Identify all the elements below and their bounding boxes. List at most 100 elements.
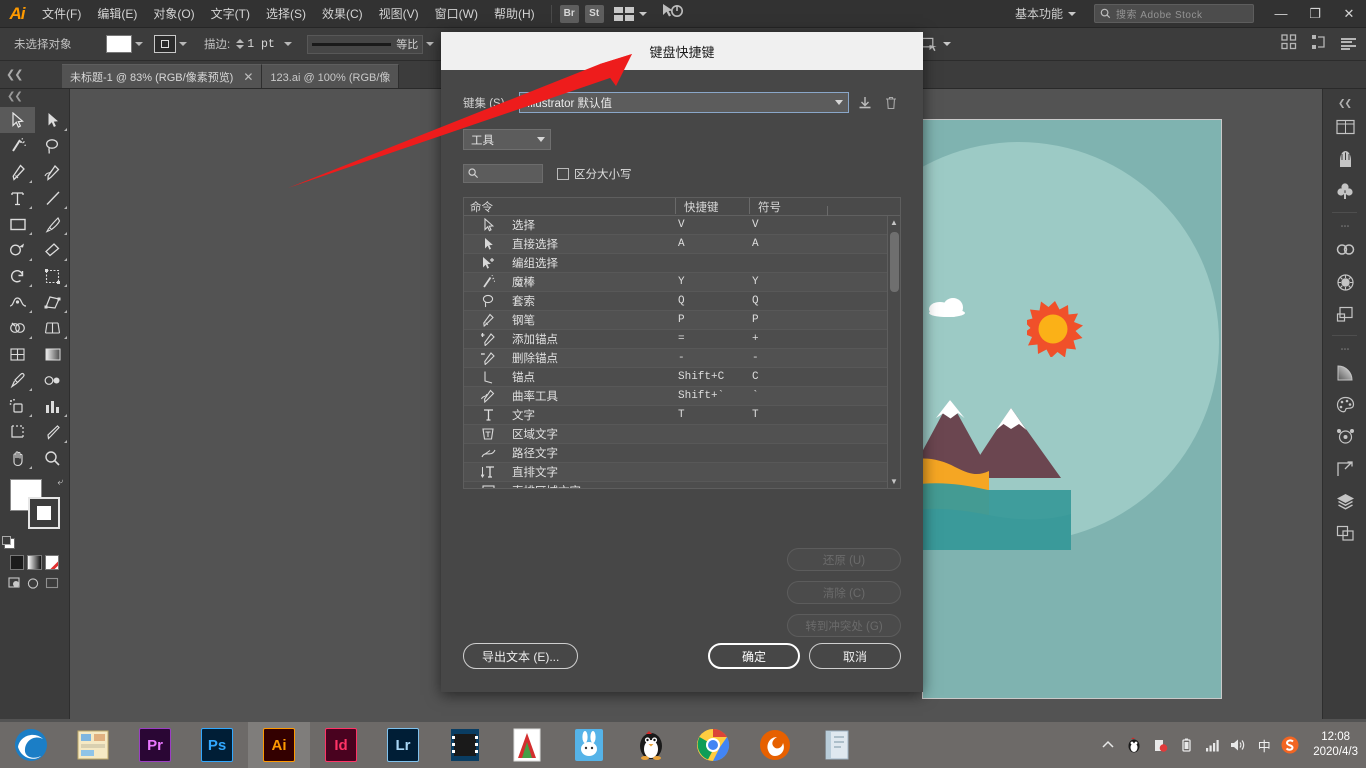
eyedropper-tool[interactable]: [0, 367, 35, 393]
rectangle-tool[interactable]: [0, 211, 35, 237]
table-row[interactable]: 锚点Shift+CC: [464, 368, 900, 387]
close-icon[interactable]: ✕: [243, 70, 253, 84]
transform-panel-icon[interactable]: [1323, 453, 1366, 485]
menu-edit[interactable]: 编辑(E): [89, 0, 145, 28]
direct-selection-tool[interactable]: [35, 107, 70, 133]
column-header-shortcut[interactable]: 快捷键: [678, 199, 752, 215]
magic-wand-tool[interactable]: [0, 133, 35, 159]
column-header-command[interactable]: 命令: [464, 199, 678, 215]
mesh-tool[interactable]: [0, 341, 35, 367]
stroke-color-swatch[interactable]: [154, 35, 176, 53]
row-shortcut-value[interactable]: A: [678, 238, 752, 250]
swatches-panel-icon[interactable]: [1323, 389, 1366, 421]
change-screen-mode-icon[interactable]: [44, 576, 59, 591]
document-tab-untitled[interactable]: 未标题-1 @ 83% (RGB/像素预览) ✕: [62, 64, 262, 88]
keyset-select[interactable]: Illustrator 默认值: [519, 92, 849, 113]
row-shortcut-value[interactable]: Y: [678, 276, 752, 288]
row-shortcut-value[interactable]: Shift+`: [678, 390, 752, 402]
close-button[interactable]: ✕: [1332, 0, 1366, 28]
row-shortcut-value[interactable]: T: [678, 409, 752, 421]
sogou-input-icon[interactable]: [1281, 736, 1299, 754]
taskbar-qq-messenger[interactable]: [620, 722, 682, 768]
menu-view[interactable]: 视图(V): [371, 0, 427, 28]
screen-mode-icon[interactable]: [26, 576, 41, 591]
taskbar-indesign[interactable]: Id: [310, 722, 372, 768]
goto-conflict-button[interactable]: 转到冲突处 (G): [787, 614, 901, 637]
line-segment-tool[interactable]: [35, 185, 70, 211]
pathfinder-panel-icon[interactable]: [1323, 517, 1366, 549]
row-shortcut-value[interactable]: Q: [678, 295, 752, 307]
toolbar-collapse-button[interactable]: ❮❮: [0, 89, 70, 103]
none-fill-button[interactable]: [45, 555, 59, 570]
type-tool[interactable]: [0, 185, 35, 211]
table-row[interactable]: 魔棒YY: [464, 273, 900, 292]
case-sensitive-checkbox[interactable]: [557, 168, 569, 180]
swap-fill-stroke-icon[interactable]: ⤶: [57, 477, 63, 488]
case-sensitive-checkbox-row[interactable]: 区分大小写: [557, 166, 632, 182]
table-row[interactable]: 路径文字: [464, 444, 900, 463]
scrollbar-thumb[interactable]: [890, 232, 899, 292]
stroke-profile-select[interactable]: 等比: [307, 35, 423, 54]
fill-dropdown-arrow[interactable]: [132, 35, 146, 53]
zoom-tool[interactable]: [35, 445, 70, 471]
rotate-tool[interactable]: [0, 263, 35, 289]
column-header-symbol[interactable]: 符号: [752, 199, 830, 215]
taskbar-edge-browser[interactable]: [0, 722, 62, 768]
artboard-tool[interactable]: [0, 419, 35, 445]
table-row[interactable]: 编组选择: [464, 254, 900, 273]
taskbar-lightroom[interactable]: Lr: [372, 722, 434, 768]
menu-help[interactable]: 帮助(H): [486, 0, 543, 28]
row-shortcut-value[interactable]: Shift+C: [678, 371, 752, 383]
table-row[interactable]: 文字TT: [464, 406, 900, 425]
network-signal-icon[interactable]: [1203, 736, 1221, 754]
blend-tool[interactable]: [35, 367, 70, 393]
table-row[interactable]: 钢笔PP: [464, 311, 900, 330]
menu-object[interactable]: 对象(O): [145, 0, 202, 28]
taskbar-premiere-pro[interactable]: Pr: [124, 722, 186, 768]
dock-group-grip[interactable]: ⋯: [1323, 218, 1366, 234]
document-setup-button[interactable]: [921, 37, 951, 52]
table-row[interactable]: 曲率工具Shift+``: [464, 387, 900, 406]
gradient-tool[interactable]: [35, 341, 70, 367]
color-guide-panel-icon[interactable]: [1323, 266, 1366, 298]
qq-tray-icon[interactable]: [1125, 736, 1143, 754]
security-tray-icon[interactable]: [1151, 736, 1169, 754]
table-scrollbar[interactable]: ▲ ▼: [887, 216, 900, 488]
table-row[interactable]: 选择VV: [464, 216, 900, 235]
cancel-button[interactable]: 取消: [809, 643, 901, 669]
libraries-panel-icon[interactable]: [1323, 111, 1366, 143]
taskbar-firefox-browser[interactable]: [744, 722, 806, 768]
align-grid-icon[interactable]: [1281, 34, 1297, 55]
taskbar-video-editor[interactable]: [434, 722, 496, 768]
volume-icon[interactable]: [1229, 736, 1247, 754]
export-text-button[interactable]: 导出文本 (E)...: [463, 643, 578, 669]
gradient-panel-icon[interactable]: [1323, 357, 1366, 389]
stroke-weight-stepper[interactable]: [236, 39, 244, 49]
taskbar-clock[interactable]: 12:08 2020/4/3: [1313, 730, 1358, 760]
drawing-mode-icon[interactable]: [8, 576, 23, 591]
ime-chinese-icon[interactable]: 中: [1255, 736, 1273, 754]
taskbar-rabbit-app[interactable]: [558, 722, 620, 768]
default-fill-stroke-icon[interactable]: [4, 538, 15, 549]
delete-keyset-button[interactable]: [881, 92, 901, 113]
color-fill-button[interactable]: [10, 555, 24, 570]
row-shortcut-value[interactable]: P: [678, 314, 752, 326]
undo-button[interactable]: 还原 (U): [787, 548, 901, 571]
eraser-tool[interactable]: [35, 237, 70, 263]
menu-file[interactable]: 文件(F): [34, 0, 89, 28]
hand-tool[interactable]: [0, 445, 35, 471]
show-hidden-icons-button[interactable]: [1099, 736, 1117, 754]
menu-select[interactable]: 选择(S): [258, 0, 314, 28]
bridge-icon[interactable]: Br: [560, 5, 579, 23]
paintbrush-tool[interactable]: [35, 211, 70, 237]
stock-search-input[interactable]: 搜索 Adobe Stock: [1094, 4, 1254, 23]
slice-tool[interactable]: [35, 419, 70, 445]
lasso-tool[interactable]: [35, 133, 70, 159]
stroke-weight-dropdown-arrow[interactable]: [281, 35, 295, 53]
cursor-power-icon[interactable]: [661, 2, 683, 25]
shortcut-search-input[interactable]: [463, 164, 543, 183]
fill-color-swatch[interactable]: [106, 35, 132, 53]
menu-type[interactable]: 文字(T): [203, 0, 258, 28]
stroke-weight-value[interactable]: 1 pt: [247, 38, 281, 51]
restore-button[interactable]: ❐: [1298, 0, 1332, 28]
